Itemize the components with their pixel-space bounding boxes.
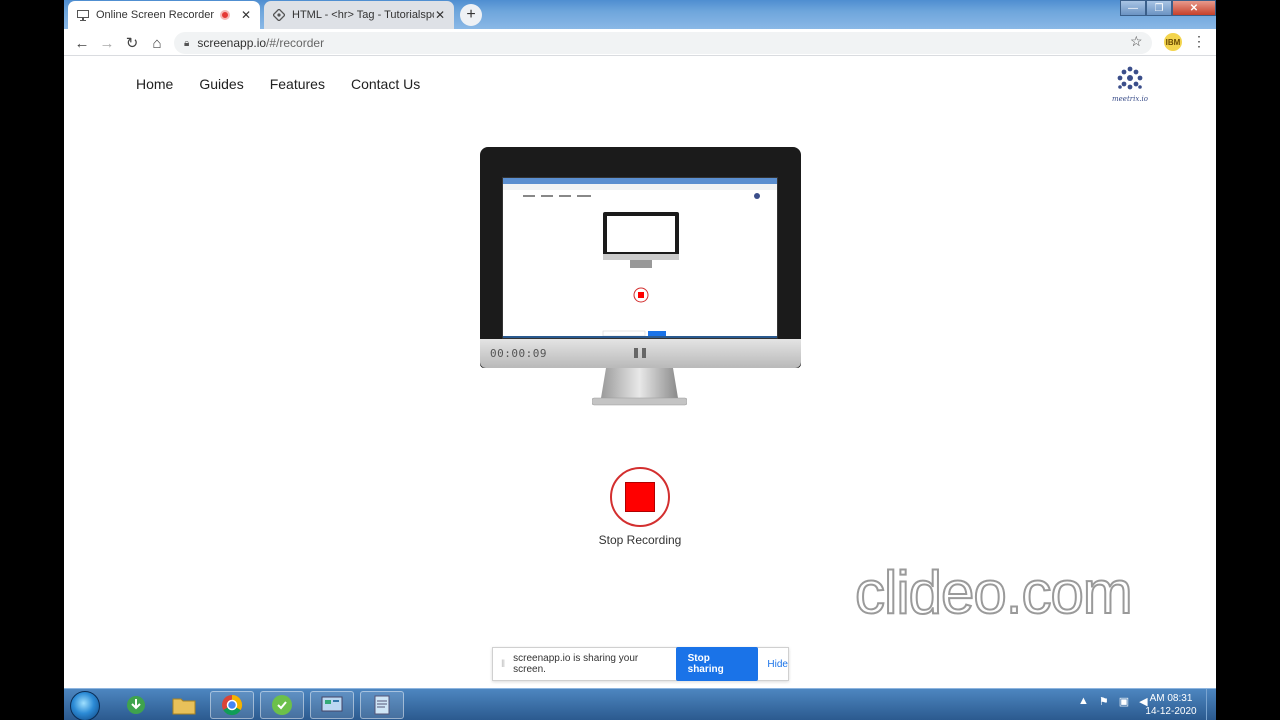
- sharing-message: screenapp.io is sharing your screen.: [513, 653, 639, 675]
- tutorialspoint-icon: [272, 8, 286, 22]
- show-hidden-icons-icon[interactable]: ▲: [1078, 695, 1089, 708]
- clock-date: 14-12-2020: [1145, 706, 1197, 717]
- site-nav: Home Guides Features Contact Us: [136, 76, 420, 92]
- nav-guides[interactable]: Guides: [199, 76, 243, 92]
- stop-square-icon: [625, 482, 655, 512]
- minimize-button[interactable]: —: [1120, 0, 1146, 16]
- close-window-button[interactable]: ✕: [1172, 0, 1216, 16]
- tab-title: Online Screen Recorder: [96, 9, 215, 21]
- screen-sharing-bar: ‖ screenapp.io is sharing your screen. S…: [492, 647, 789, 681]
- monitor-preview: 00:00:09: [480, 147, 801, 368]
- green-app-icon[interactable]: [260, 691, 304, 719]
- folder-icon[interactable]: [162, 691, 206, 719]
- new-tab-button[interactable]: +: [460, 4, 482, 26]
- windows-taskbar: ▲ ⚑ ▣ ◀ AM 08:31 14-12-2020: [64, 688, 1216, 720]
- extension-icon[interactable]: IBM: [1164, 33, 1182, 51]
- kebab-menu-icon[interactable]: ⋮: [1192, 33, 1206, 50]
- extension-badge: IBM: [1165, 37, 1181, 47]
- tab-strip: Online Screen Recorder ✕ HTML - <hr> Tag…: [64, 0, 1216, 29]
- stop-sharing-button[interactable]: Stop sharing: [675, 647, 759, 681]
- drag-handle-icon[interactable]: ‖: [501, 659, 505, 670]
- window-controls: — ❐ ✕: [1120, 0, 1216, 18]
- clideo-watermark: clideo.com: [854, 558, 1134, 627]
- maximize-button[interactable]: ❐: [1146, 0, 1172, 16]
- chrome-icon[interactable]: [210, 691, 254, 719]
- action-center-icon[interactable]: ⚑: [1099, 695, 1109, 708]
- forward-arrow-icon[interactable]: →: [97, 33, 117, 53]
- bookmark-star-icon[interactable]: ☆: [1130, 33, 1143, 50]
- nav-contact-us[interactable]: Contact Us: [351, 76, 420, 92]
- close-tab-icon[interactable]: ✕: [240, 8, 252, 22]
- stop-recording-button[interactable]: [610, 467, 670, 527]
- start-button[interactable]: [70, 691, 100, 720]
- reload-icon[interactable]: ↻: [122, 33, 142, 53]
- close-tab-icon[interactable]: ✕: [434, 8, 446, 22]
- nav-home[interactable]: Home: [136, 76, 173, 92]
- nav-features[interactable]: Features: [270, 76, 325, 92]
- recording-preview-screen: [502, 177, 778, 339]
- hide-link[interactable]: Hide: [767, 659, 788, 670]
- network-icon[interactable]: ▣: [1119, 695, 1129, 708]
- system-tray: ▲ ⚑ ▣ ◀: [1078, 695, 1148, 708]
- address-bar[interactable]: 🔒︎ screenapp.io /#/recorder: [174, 32, 1152, 54]
- tab-online-screen-recorder[interactable]: Online Screen Recorder ✕: [68, 1, 260, 29]
- url-path: /#/recorder: [266, 36, 325, 50]
- tab-tutorialspoint[interactable]: HTML - <hr> Tag - Tutorialspoint ✕: [264, 1, 454, 29]
- lock-icon: 🔒︎: [184, 37, 190, 49]
- show-desktop-button[interactable]: [1206, 689, 1216, 720]
- tab-title: HTML - <hr> Tag - Tutorialspoint: [292, 9, 434, 21]
- control-panel-icon[interactable]: [310, 691, 354, 719]
- monitor-icon: [76, 8, 90, 22]
- url-host: screenapp.io: [197, 36, 267, 50]
- stop-recording-label: Stop Recording: [598, 533, 682, 547]
- monitor-stand: [592, 368, 687, 406]
- home-icon[interactable]: ⌂: [147, 33, 167, 53]
- download-manager-icon[interactable]: [114, 691, 158, 719]
- notepad-icon[interactable]: [360, 691, 404, 719]
- meetrix-logo[interactable]: meetrix.io: [1112, 65, 1148, 105]
- pause-icon[interactable]: [634, 348, 646, 358]
- logo-text: meetrix.io: [1112, 95, 1148, 103]
- clock-time: AM 08:31: [1149, 693, 1193, 704]
- recording-indicator-icon: [220, 10, 230, 20]
- system-clock[interactable]: AM 08:31 14-12-2020: [1144, 692, 1198, 718]
- browser-toolbar: ← → ↻ ⌂ 🔒︎ screenapp.io /#/recorder ☆ IB…: [64, 29, 1216, 56]
- back-arrow-icon[interactable]: ←: [72, 33, 92, 53]
- recording-timer: 00:00:09: [490, 347, 547, 360]
